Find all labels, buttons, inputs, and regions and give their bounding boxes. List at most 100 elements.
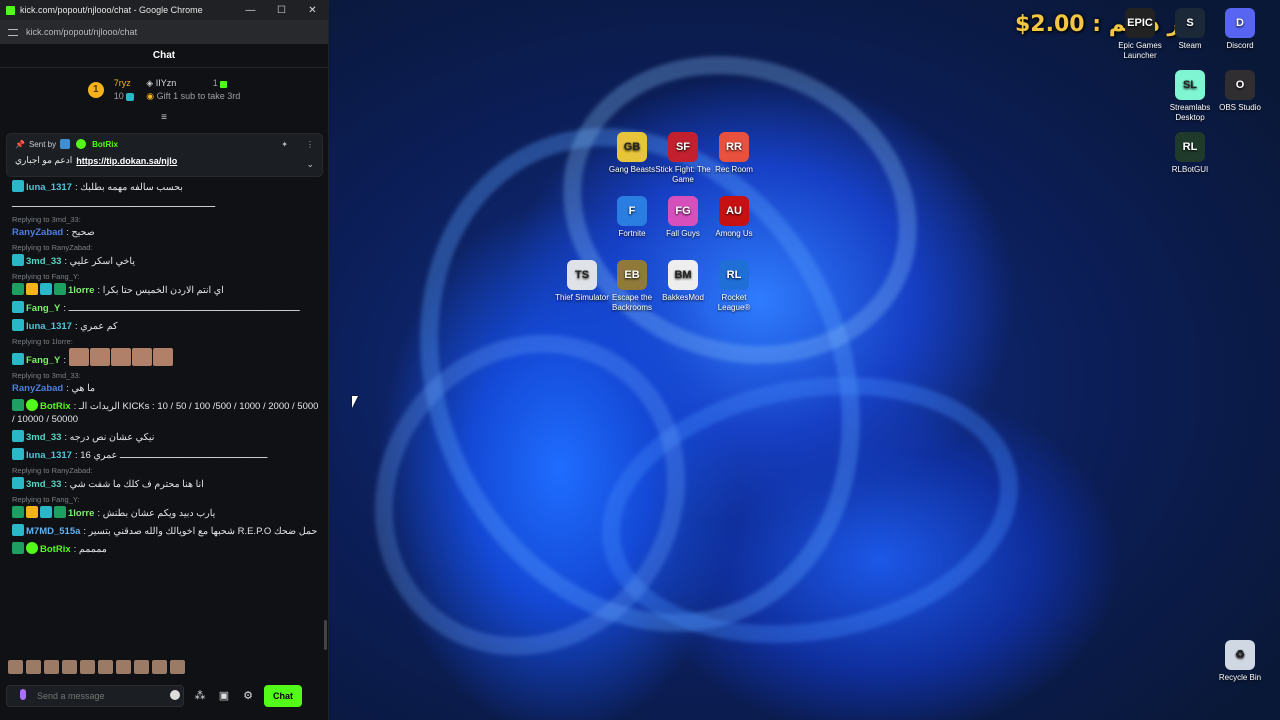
chat-username[interactable]: BotRix — [40, 401, 71, 412]
chat-username[interactable]: 3md_33 — [26, 432, 61, 443]
close-button[interactable]: ✕ — [297, 5, 328, 16]
desktop-icon[interactable]: ♻ Recycle Bin — [1212, 640, 1268, 683]
chat-username[interactable]: 1lorre — [68, 508, 94, 519]
separator: : — [63, 355, 69, 366]
reply-context[interactable]: Replying to RanyZabad: — [12, 466, 320, 476]
desktop-icon[interactable]: EB Escape the Backrooms — [604, 260, 660, 313]
leaderboard-first-name[interactable]: 7ryz — [114, 77, 137, 90]
gold-medal-icon: 1 — [87, 82, 104, 98]
desktop-icon-label: Gang Beasts — [608, 165, 656, 174]
desktop-icon[interactable]: D Discord — [1212, 8, 1268, 51]
gift-icon[interactable]: ▣ — [216, 688, 232, 704]
send-chat-button[interactable]: Chat — [264, 685, 302, 707]
desktop-icon[interactable]: RR Rec Room — [706, 132, 762, 175]
app-icon: BM — [668, 260, 698, 290]
emote[interactable] — [116, 660, 131, 674]
chat-username[interactable]: RanyZabad — [12, 383, 63, 394]
emote[interactable] — [89, 348, 110, 366]
desktop-icon-label: Rocket League® — [717, 293, 751, 312]
chat-message-text: ما هي — [71, 383, 96, 394]
chat-username[interactable]: 3md_33 — [26, 256, 61, 267]
chat-username[interactable]: luna_1317 — [26, 182, 72, 193]
emote[interactable] — [68, 348, 89, 366]
desktop-icon[interactable]: O OBS Studio — [1212, 70, 1268, 113]
chat-scrollbar[interactable] — [324, 620, 327, 650]
chat-username[interactable]: 3md_33 — [26, 479, 61, 490]
desktop-icon-label: Escape the Backrooms — [611, 293, 653, 312]
emote[interactable] — [62, 660, 77, 674]
chat-message-text: صحيح — [71, 227, 95, 238]
user-badge-icon — [12, 477, 24, 489]
desktop-icon[interactable]: FG Fall Guys — [655, 196, 711, 239]
microphone-icon[interactable] — [20, 689, 26, 700]
chat-username[interactable]: luna_1317 — [26, 321, 72, 332]
emote[interactable] — [98, 660, 113, 674]
desktop-icon[interactable]: SL Streamlabs Desktop — [1162, 70, 1218, 123]
desktop-icon[interactable]: S Steam — [1162, 8, 1218, 51]
chat-message-input[interactable] — [6, 685, 184, 707]
reply-context[interactable]: Replying to 3md_33: — [12, 371, 320, 381]
emote[interactable] — [26, 660, 41, 674]
minimize-button[interactable]: — — [235, 5, 266, 16]
chat-message: 3md_33: نيكي عشان نص درجه — [12, 430, 320, 444]
desktop-icon[interactable]: AU Among Us — [706, 196, 762, 239]
maximize-button[interactable]: ☐ — [266, 5, 297, 16]
emote[interactable] — [152, 660, 167, 674]
emote[interactable] — [170, 660, 185, 674]
emote[interactable] — [110, 348, 131, 366]
pinned-link[interactable]: https://tip.dokan.sa/njlo — [76, 156, 177, 166]
chat-username[interactable]: 1lorre — [68, 285, 94, 296]
emote[interactable] — [152, 348, 173, 366]
leaderboard-cta[interactable]: Gift 1 sub to take 3rd — [157, 91, 241, 101]
chat-username[interactable]: Fang_Y — [26, 355, 60, 366]
emote[interactable] — [80, 660, 95, 674]
recent-emotes-strip[interactable] — [8, 660, 185, 674]
user-badge-icon — [54, 506, 66, 518]
desktop-icon[interactable]: RL RLBotGUI — [1162, 132, 1218, 175]
chat-message-text: يارب دبيد ويكم عشان بطنش — [102, 508, 216, 519]
desktop-icon[interactable]: RL Rocket League® — [706, 260, 762, 313]
emoji-picker-icon[interactable] — [170, 690, 180, 700]
chat-message: ــــــــــــــــــــــــــــــــــــــــ… — [12, 198, 320, 211]
site-info-icon[interactable] — [8, 28, 18, 36]
collapse-leaderboard-icon[interactable]: ≡ — [0, 112, 328, 124]
leaderboard-second-name[interactable]: IIYzn — [156, 78, 177, 88]
reply-context[interactable]: Replying to 3md_33: — [12, 215, 320, 225]
reply-context[interactable]: Replying to Fang_Y: — [12, 272, 320, 282]
emote[interactable] — [134, 660, 149, 674]
emote[interactable] — [44, 660, 59, 674]
chat-username[interactable]: RanyZabad — [12, 227, 63, 238]
desktop-icon[interactable]: BM BakkesMod — [655, 260, 711, 303]
chat-username[interactable]: M7MD_515a — [26, 526, 80, 537]
chat-username[interactable]: Fang_Y — [26, 303, 60, 314]
chevron-down-icon[interactable]: ⌄ — [306, 159, 314, 170]
desktop-icon[interactable]: SF Stick Fight: The Game — [655, 132, 711, 185]
emote[interactable] — [131, 348, 152, 366]
user-badge-icon — [12, 254, 24, 266]
desktop-icon[interactable]: F Fortnite — [604, 196, 660, 239]
leaderboard-first-count: 10 — [113, 91, 124, 101]
address-bar[interactable]: kick.com/popout/njlooo/chat — [0, 20, 328, 44]
chat-username[interactable]: luna_1317 — [26, 450, 72, 461]
settings-gear-icon[interactable]: ⚙ — [240, 688, 256, 704]
chat-message-text: ــــــــــــــــــــــــــــــــــــــــ… — [68, 303, 300, 314]
desktop-icon[interactable]: GB Gang Beasts — [604, 132, 660, 175]
reply-context[interactable]: Replying to RanyZabad: — [12, 243, 320, 253]
chat-header-title: Chat — [0, 44, 328, 68]
desktop-icon-label: Stick Fight: The Game — [655, 165, 711, 184]
chat-message: BotRix: الريدات الـ KICKs : 10 / 50 / 10… — [12, 399, 320, 426]
kicks-icon[interactable]: ⁂ — [192, 688, 208, 704]
app-icon: RR — [719, 132, 749, 162]
desktop-icon[interactable]: TS Thief Simulator — [554, 260, 610, 303]
user-badge-icon — [26, 283, 38, 295]
emote[interactable] — [8, 660, 23, 674]
reply-context[interactable]: Replying to Fang_Y: — [12, 495, 320, 505]
app-icon: TS — [567, 260, 597, 290]
chat-username[interactable]: BotRix — [40, 544, 71, 555]
unpin-icon[interactable]: ✦ — [281, 140, 288, 149]
pinned-sender[interactable]: BotRix — [92, 140, 118, 149]
more-options-icon[interactable]: ⋮ — [306, 140, 314, 149]
app-icon: S — [1175, 8, 1205, 38]
reply-context[interactable]: Replying to 1lorre: — [12, 337, 320, 347]
desktop-icon[interactable]: EPIC Epic Games Launcher — [1112, 8, 1168, 61]
